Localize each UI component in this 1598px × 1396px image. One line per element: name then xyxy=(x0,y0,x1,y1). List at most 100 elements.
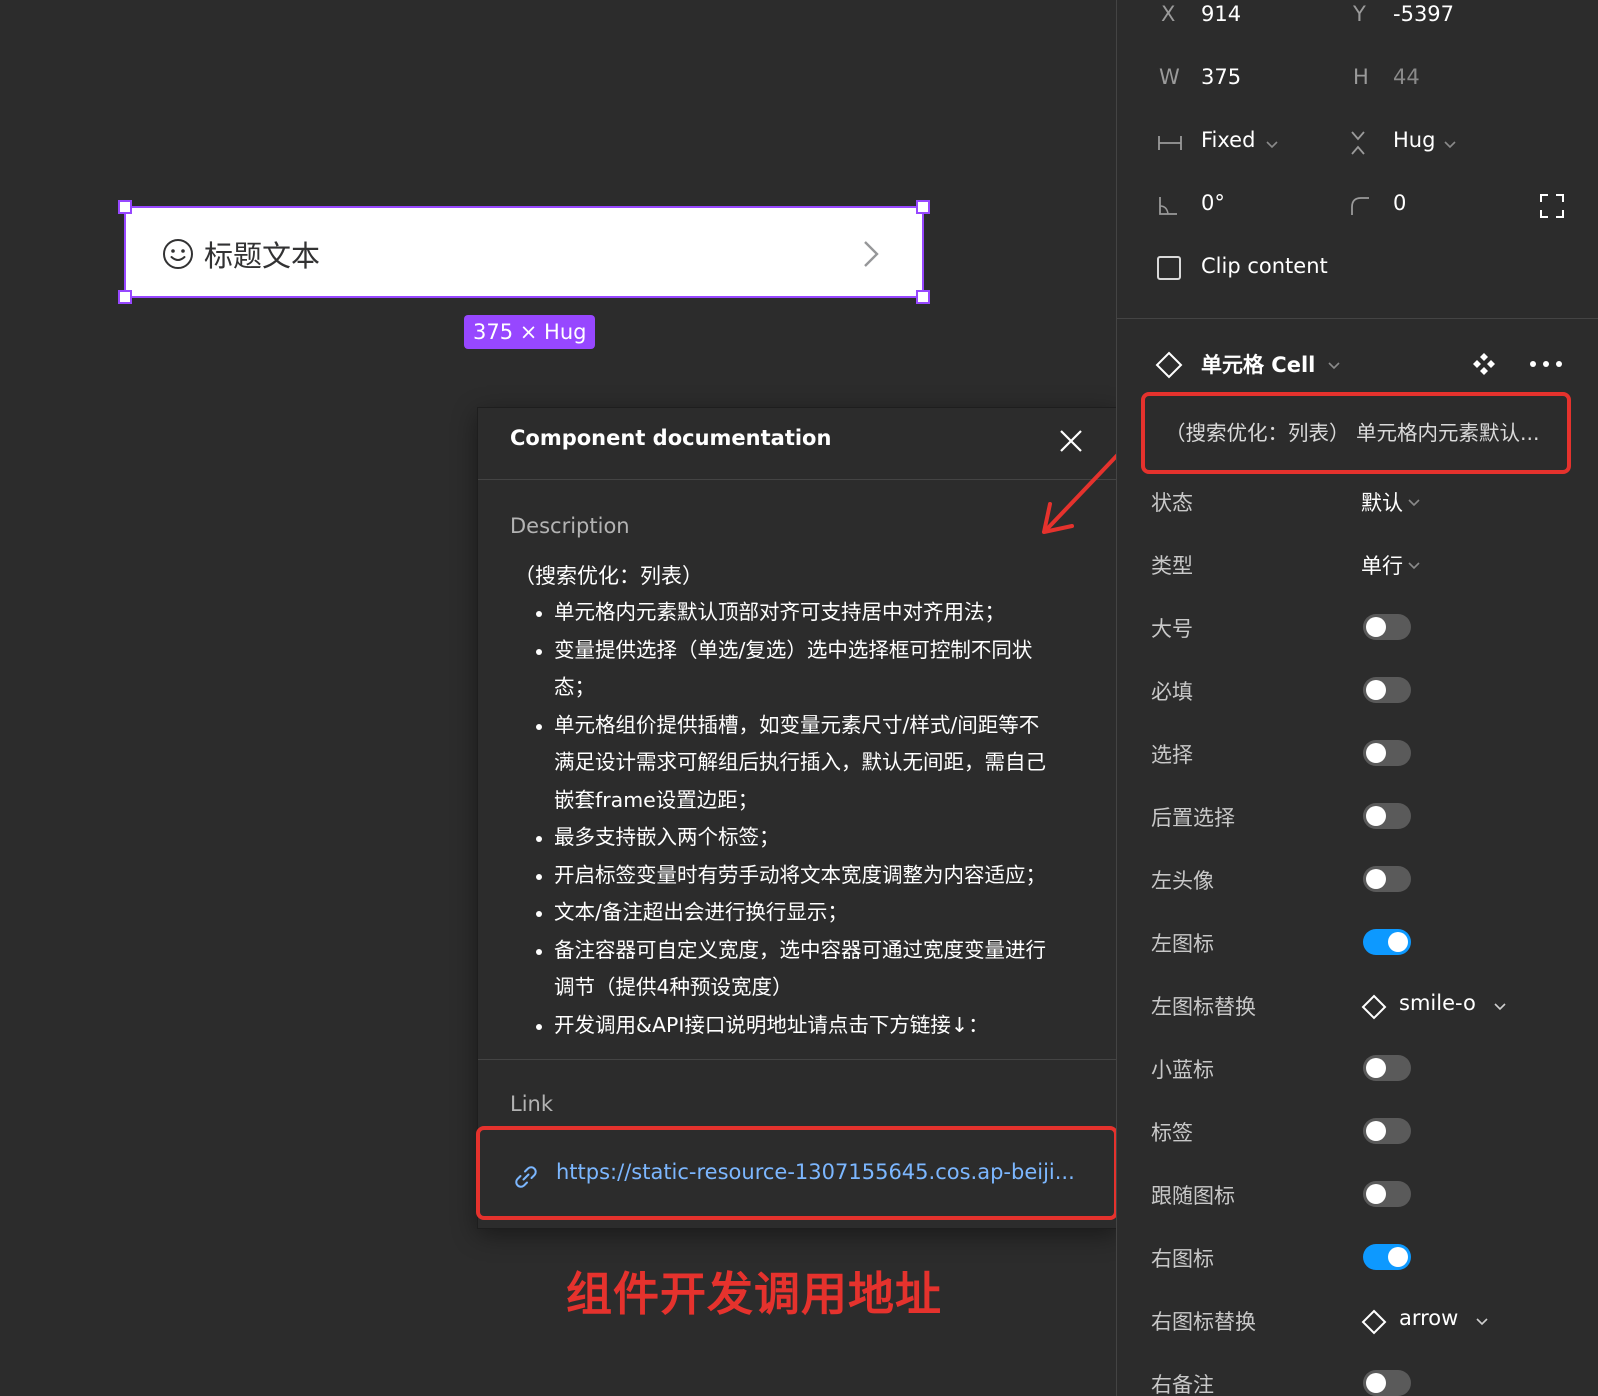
resizing-row: Fixed Hug xyxy=(1117,118,1598,168)
list-item-continuation: 态； xyxy=(554,675,595,699)
x-input[interactable]: 914 xyxy=(1201,2,1241,26)
component-instance-icon xyxy=(1155,351,1183,379)
right-icon-toggle[interactable] xyxy=(1363,1244,1411,1270)
doc-header: Component documentation xyxy=(478,408,1118,480)
list-item-continuation: 嵌套frame设置边距； xyxy=(554,787,759,812)
link-label: Link xyxy=(510,1092,554,1116)
go-to-main-component-icon[interactable] xyxy=(1471,351,1497,377)
prop-row-right-note: 右备注 xyxy=(1117,1360,1598,1396)
prop-row-required: 必填 xyxy=(1117,667,1598,717)
x-label: X xyxy=(1161,2,1176,26)
list-item: 变量提供选择（单选/复选）选中选择框可控制不同状 xyxy=(536,632,1086,670)
left-icon-swap-select[interactable]: smile-o xyxy=(1399,991,1476,1015)
follow-icon-toggle[interactable] xyxy=(1363,1181,1411,1207)
description-label: Description xyxy=(510,514,630,538)
independent-corners-icon[interactable] xyxy=(1539,193,1565,219)
rotation-input[interactable]: 0° xyxy=(1201,191,1225,215)
resize-handle-top-left[interactable] xyxy=(118,200,132,214)
large-toggle[interactable] xyxy=(1363,614,1411,640)
required-toggle[interactable] xyxy=(1363,677,1411,703)
component-description[interactable]: （搜索优化：列表） 单元格内元素默认... xyxy=(1141,392,1571,474)
width-mode-select[interactable]: Fixed xyxy=(1201,128,1255,152)
rotation-radius-row: 0° 0 xyxy=(1117,181,1598,231)
clip-content-row[interactable]: Clip content xyxy=(1117,244,1598,294)
h-input[interactable]: 44 xyxy=(1393,65,1420,89)
list-item: 开发调用&API接口说明地址请点击下方链接↓： xyxy=(536,1007,1086,1045)
prop-label: 必填 xyxy=(1151,680,1193,704)
position-row: X 914 Y -5397 xyxy=(1117,0,1598,42)
small-blue-badge-toggle[interactable] xyxy=(1363,1055,1411,1081)
link-icon xyxy=(515,1166,537,1188)
prop-row-left-icon-swap: 左图标替换 smile-o xyxy=(1117,982,1598,1032)
more-options-icon[interactable] xyxy=(1529,359,1563,369)
prop-label: 跟随图标 xyxy=(1151,1184,1235,1208)
w-label: W xyxy=(1159,65,1180,89)
prop-label: 右图标替换 xyxy=(1151,1310,1256,1334)
type-select[interactable]: 单行 xyxy=(1361,550,1403,580)
component-name[interactable]: 单元格 Cell xyxy=(1201,349,1315,379)
prop-row-select: 选择 xyxy=(1117,730,1598,780)
component-header: 单元格 Cell xyxy=(1117,345,1598,385)
prop-label: 右备注 xyxy=(1151,1373,1214,1396)
prop-row-tag: 标签 xyxy=(1117,1108,1598,1158)
chevron-down-icon[interactable] xyxy=(1407,561,1421,571)
rotation-icon xyxy=(1159,197,1177,215)
description-list: 单元格内元素默认顶部对齐可支持居中对齐用法； 变量提供选择（单选/复选）选中选择… xyxy=(510,594,1086,1044)
radius-input[interactable]: 0 xyxy=(1393,191,1406,215)
size-badge: 375 × Hug xyxy=(464,315,596,349)
left-avatar-toggle[interactable] xyxy=(1363,866,1411,892)
y-label: Y xyxy=(1353,2,1366,26)
select-toggle[interactable] xyxy=(1363,740,1411,766)
selected-cell-frame[interactable]: 标题文本 xyxy=(118,200,930,304)
list-item: 单元格组价提供插槽，如变量元素尺寸/样式/间距等不 xyxy=(536,707,1086,745)
chevron-down-icon[interactable] xyxy=(1493,1002,1507,1012)
y-input[interactable]: -5397 xyxy=(1393,2,1454,26)
list-item: 最多支持嵌入两个标签； xyxy=(536,819,1086,857)
h-label: H xyxy=(1353,65,1369,89)
clip-content-checkbox[interactable] xyxy=(1157,256,1181,280)
doc-link-url[interactable]: https://static-resource-1307155645.cos.a… xyxy=(556,1160,1075,1184)
state-select[interactable]: 默认 xyxy=(1361,487,1403,517)
prop-label: 左图标替换 xyxy=(1151,995,1256,1019)
left-icon-toggle[interactable] xyxy=(1363,929,1411,955)
list-item: 开启标签变量时有劳手动将文本宽度调整为内容适应； xyxy=(536,857,1086,895)
list-item-continuation: 满足设计需求可解组后执行插入，默认无间距，需自己 xyxy=(554,750,1046,774)
w-input[interactable]: 375 xyxy=(1201,65,1241,89)
resize-handle-bottom-left[interactable] xyxy=(118,290,132,304)
prop-label: 选择 xyxy=(1151,743,1193,767)
annotation-text: 组件开发调用地址 xyxy=(566,1267,942,1321)
description-lead: （搜索优化：列表） xyxy=(514,564,703,588)
panel-divider xyxy=(1117,318,1598,319)
size-row: W 375 H 44 xyxy=(1117,55,1598,105)
prop-label: 状态 xyxy=(1151,491,1193,515)
right-note-toggle[interactable] xyxy=(1363,1370,1411,1396)
prop-label: 右图标 xyxy=(1151,1247,1214,1271)
list-item: 单元格内元素默认顶部对齐可支持居中对齐用法； xyxy=(536,594,1086,632)
chevron-down-icon[interactable] xyxy=(1327,361,1341,371)
prop-label: 左图标 xyxy=(1151,932,1214,956)
prop-row-right-icon-swap: 右图标替换 arrow xyxy=(1117,1297,1598,1347)
chevron-down-icon[interactable] xyxy=(1265,140,1279,150)
instance-swap-icon xyxy=(1361,994,1387,1020)
prop-row-type: 类型 单行 xyxy=(1117,541,1598,591)
trailing-select-toggle[interactable] xyxy=(1363,803,1411,829)
vertical-hug-icon xyxy=(1351,131,1365,155)
properties-panel: X 914 Y -5397 W 375 H 44 Fixed Hug 0° 0 … xyxy=(1116,0,1598,1396)
chevron-down-icon[interactable] xyxy=(1407,498,1421,508)
prop-row-small-blue-badge: 小蓝标 xyxy=(1117,1045,1598,1095)
prop-label: 大号 xyxy=(1151,617,1193,641)
resize-handle-top-right[interactable] xyxy=(916,200,930,214)
height-mode-select[interactable]: Hug xyxy=(1393,128,1435,152)
prop-label: 左头像 xyxy=(1151,869,1214,893)
list-item: 备注容器可自定义宽度，选中容器可通过宽度变量进行 xyxy=(536,932,1086,970)
chevron-down-icon[interactable] xyxy=(1443,140,1457,150)
tag-toggle[interactable] xyxy=(1363,1118,1411,1144)
prop-label: 标签 xyxy=(1151,1121,1193,1145)
design-canvas[interactable]: 标题文本 375 × Hug Component documentation D… xyxy=(0,0,1128,1396)
doc-description-section: Description （搜索优化：列表） 单元格内元素默认顶部对齐可支持居中对… xyxy=(478,480,1118,1060)
chevron-down-icon[interactable] xyxy=(1475,1317,1489,1327)
list-item: 文本/备注超出会进行换行显示； xyxy=(536,894,1086,932)
right-icon-swap-select[interactable]: arrow xyxy=(1399,1306,1458,1330)
doc-link-row[interactable]: https://static-resource-1307155645.cos.a… xyxy=(476,1126,1118,1220)
resize-handle-bottom-right[interactable] xyxy=(916,290,930,304)
